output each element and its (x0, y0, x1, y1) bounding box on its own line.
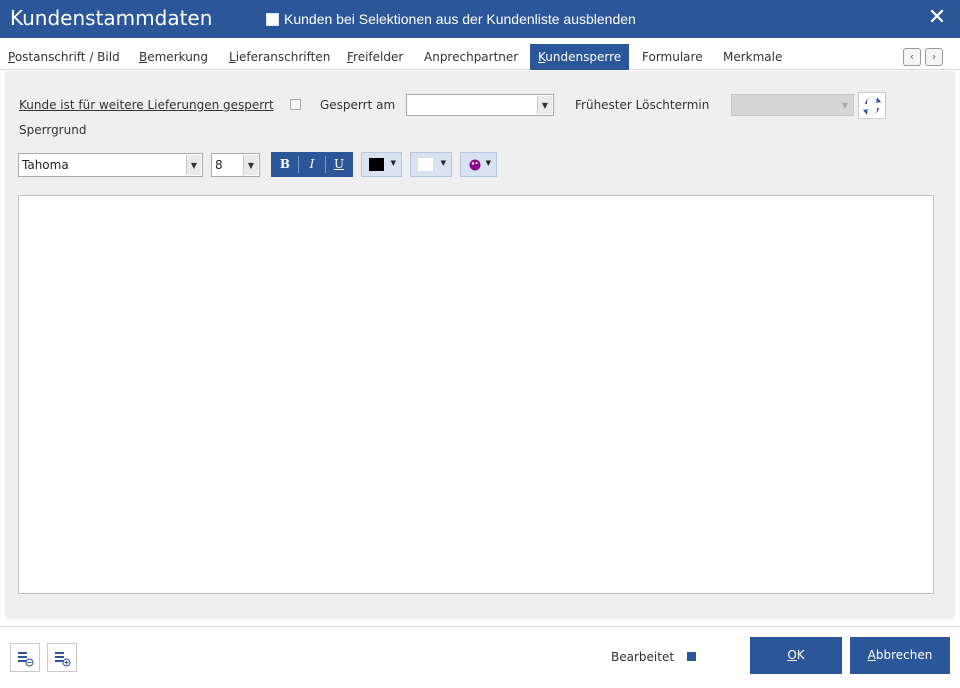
footer-action-button-2[interactable] (47, 643, 77, 672)
chevron-down-icon[interactable]: ▼ (186, 155, 201, 175)
font-size-select[interactable]: 8 ▼ (211, 153, 260, 177)
footer-action-button-1[interactable] (10, 643, 40, 672)
background-color-button[interactable]: ▼ (410, 152, 452, 177)
hide-customer-checkbox[interactable] (266, 13, 279, 26)
tab-freifelder[interactable]: Freifelder (347, 44, 403, 70)
chevron-down-icon: ▼ (485, 159, 491, 167)
tab-prev-button[interactable]: ‹ (903, 48, 921, 66)
list-remove-icon (55, 651, 71, 666)
sperrgrund-editor[interactable] (18, 195, 934, 594)
loeschtermin-date-picker: ▼ (731, 94, 854, 116)
text-style-group: B I U (271, 152, 353, 177)
palette-icon (469, 159, 481, 171)
tab-postanschrift[interactable]: Postanschrift / Bild (8, 44, 120, 70)
tab-bar: Postanschrift / Bild Bemerkung Lieferans… (0, 44, 960, 70)
bearbeitet-label: Bearbeitet (611, 650, 675, 664)
close-icon[interactable]: ✕ (924, 4, 950, 32)
ok-button[interactable]: OK (750, 637, 842, 674)
hide-customer-label[interactable]: Kunden bei Selektionen aus der Kundenlis… (284, 11, 636, 27)
tab-anprechpartner[interactable]: Anprechpartner (424, 44, 518, 70)
window-title: Kundenstammdaten (10, 6, 213, 30)
tab-lieferanschriften[interactable]: Lieferanschriften (229, 44, 330, 70)
background-color-swatch (418, 158, 433, 171)
blocked-checkbox[interactable] (290, 99, 301, 110)
italic-button[interactable]: I (299, 152, 325, 177)
tab-kundensperre[interactable]: Kundensperre (530, 44, 630, 70)
gesperrt-am-date-picker[interactable]: ▼ (406, 94, 554, 116)
bold-button[interactable]: B (272, 152, 298, 177)
title-bar: Kundenstammdaten Kunden bei Selektionen … (0, 0, 960, 38)
tab-next-button[interactable]: › (925, 48, 943, 66)
refresh-button[interactable] (858, 92, 886, 119)
tab-merkmale[interactable]: Merkmale (723, 44, 782, 70)
list-add-icon (18, 651, 34, 666)
bearbeitet-indicator (687, 652, 696, 661)
palette-button[interactable]: ▼ (460, 152, 497, 177)
footer-divider (0, 626, 960, 627)
cancel-button[interactable]: Abbrechen (850, 637, 950, 674)
font-family-select[interactable]: Tahoma ▼ (18, 153, 203, 177)
chevron-down-icon: ▼ (390, 159, 396, 167)
text-color-swatch (369, 158, 384, 171)
chevron-down-icon[interactable]: ▼ (243, 155, 258, 175)
sperrgrund-label: Sperrgrund (19, 123, 87, 137)
blocked-label[interactable]: Kunde ist für weitere Lieferungen gesper… (19, 98, 274, 112)
chevron-down-icon[interactable]: ▼ (537, 96, 552, 114)
refresh-icon (863, 96, 881, 115)
chevron-down-icon: ▼ (837, 96, 852, 114)
loeschtermin-label: Frühester Löschtermin (575, 98, 710, 112)
tab-formulare[interactable]: Formulare (642, 44, 703, 70)
tab-bemerkung[interactable]: Bemerkung (139, 44, 208, 70)
text-color-button[interactable]: ▼ (361, 152, 402, 177)
chevron-down-icon: ▼ (440, 159, 446, 167)
gesperrt-am-label: Gesperrt am (320, 98, 396, 112)
underline-button[interactable]: U (326, 152, 352, 177)
